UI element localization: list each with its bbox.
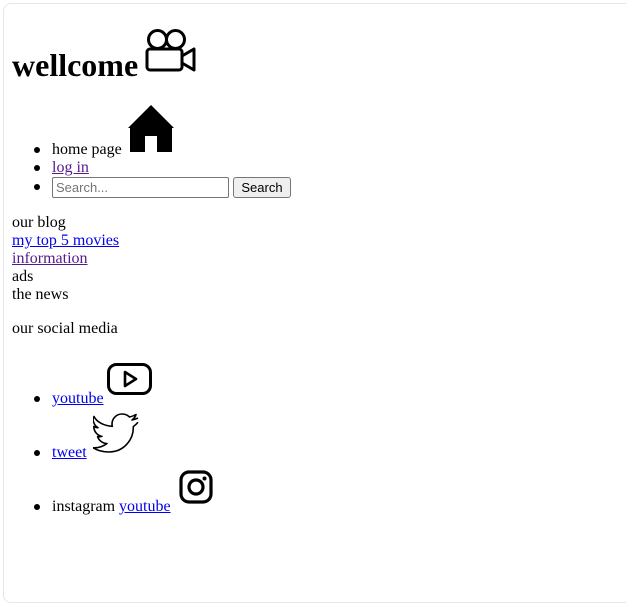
search-button[interactable]: Search bbox=[233, 177, 291, 198]
list-bullet bbox=[34, 184, 40, 190]
blog-label: our blog bbox=[12, 214, 66, 231]
list-bullet bbox=[34, 504, 40, 510]
instagram-icon[interactable] bbox=[179, 470, 213, 504]
information-link[interactable]: information bbox=[12, 250, 88, 268]
list-bullet bbox=[34, 165, 40, 171]
home-icon bbox=[128, 104, 174, 153]
tweet-link[interactable]: tweet bbox=[52, 444, 87, 462]
nav-home-label: home page bbox=[52, 141, 122, 158]
video-camera-icon bbox=[145, 28, 197, 74]
login-link[interactable]: log in bbox=[52, 159, 89, 177]
top-movies-link[interactable]: my top 5 movies bbox=[12, 232, 119, 250]
instagram-youtube-link[interactable]: youtube bbox=[119, 498, 171, 516]
youtube-icon[interactable] bbox=[107, 363, 152, 396]
instagram-label: instagram bbox=[52, 498, 116, 515]
twitter-bird-icon[interactable] bbox=[93, 413, 140, 453]
page-title: wellcome bbox=[12, 47, 139, 83]
youtube-link[interactable]: youtube bbox=[52, 390, 104, 408]
list-bullet bbox=[34, 396, 40, 402]
list-bullet bbox=[34, 147, 40, 153]
search-input[interactable] bbox=[52, 177, 229, 198]
social-heading: our social media bbox=[12, 320, 118, 337]
ads-label: ads bbox=[12, 268, 34, 285]
news-label: the news bbox=[12, 286, 69, 303]
list-bullet bbox=[34, 450, 40, 456]
